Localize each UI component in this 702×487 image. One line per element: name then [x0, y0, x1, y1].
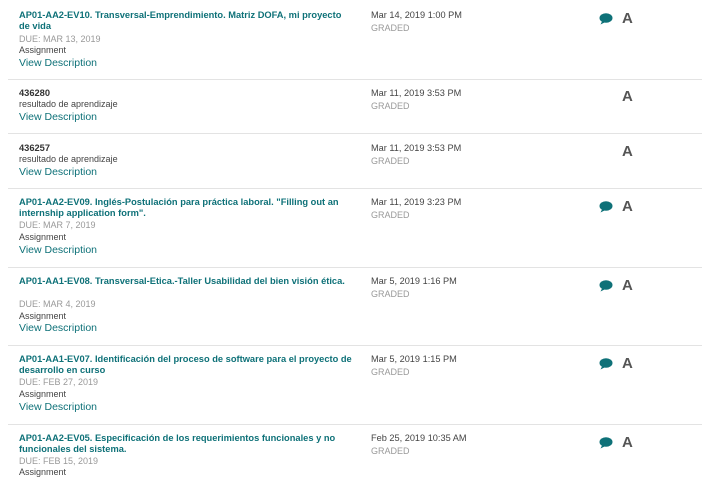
- assignment-title-link[interactable]: AP01-AA2-EV09. Inglés-Postulación para p…: [19, 197, 354, 219]
- grade-value: A: [622, 355, 633, 372]
- status-label: GRADED: [371, 210, 410, 220]
- item-type: Assignment: [19, 389, 67, 399]
- grade-value: A: [622, 10, 633, 27]
- graded-date: Mar 5, 2019 1:16 PM: [371, 276, 457, 286]
- grade-value: A: [622, 143, 633, 160]
- comment-icon[interactable]: [599, 358, 613, 370]
- comment-icon[interactable]: [599, 437, 613, 449]
- item-title: 436280: [19, 88, 51, 98]
- item-type: Assignment: [19, 45, 67, 55]
- row-divider: [8, 345, 702, 346]
- comment-icon[interactable]: [599, 13, 613, 25]
- row-divider: [8, 133, 702, 134]
- view-description-link[interactable]: View Description: [19, 111, 97, 123]
- grade-value: A: [622, 277, 633, 294]
- status-label: GRADED: [371, 156, 410, 166]
- row-divider: [8, 188, 702, 189]
- status-label: GRADED: [371, 101, 410, 111]
- status-label: GRADED: [371, 23, 410, 33]
- item-type: Assignment: [19, 467, 67, 477]
- grade-value: A: [622, 88, 633, 105]
- status-label: GRADED: [371, 367, 410, 377]
- graded-date: Mar 11, 2019 3:23 PM: [371, 197, 462, 207]
- assignment-title-link[interactable]: AP01-AA2-EV05. Especificación de los req…: [19, 433, 354, 455]
- due-date: DUE: MAR 13, 2019: [19, 34, 101, 44]
- graded-date: Mar 11, 2019 3:53 PM: [371, 143, 462, 153]
- item-type: Assignment: [19, 232, 67, 242]
- item-type: resultado de aprendizaje: [19, 154, 118, 164]
- due-date: DUE: MAR 7, 2019: [19, 220, 96, 230]
- graded-date: Feb 25, 2019 10:35 AM: [371, 433, 467, 443]
- item-title: 436257: [19, 143, 51, 153]
- comment-icon[interactable]: [599, 280, 613, 292]
- status-label: GRADED: [371, 446, 410, 456]
- view-description-link[interactable]: View Description: [19, 401, 97, 413]
- grade-value: A: [622, 198, 633, 215]
- grade-value: A: [622, 434, 633, 451]
- item-type: Assignment: [19, 311, 67, 321]
- graded-date: Mar 5, 2019 1:15 PM: [371, 354, 457, 364]
- status-label: GRADED: [371, 289, 410, 299]
- view-description-link[interactable]: View Description: [19, 57, 97, 69]
- due-date: DUE: MAR 4, 2019: [19, 299, 96, 309]
- assignment-title-link[interactable]: AP01-AA1-EV07. Identificación del proces…: [19, 354, 354, 376]
- due-date: DUE: FEB 15, 2019: [19, 456, 99, 466]
- due-date: DUE: FEB 27, 2019: [19, 377, 99, 387]
- assignment-title-link[interactable]: AP01-AA1-EV08. Transversal-Etica.-Taller…: [19, 276, 354, 287]
- assignment-title-link[interactable]: AP01-AA2-EV10. Transversal-Emprendimient…: [19, 10, 354, 32]
- item-type: resultado de aprendizaje: [19, 99, 118, 109]
- graded-date: Mar 14, 2019 1:00 PM: [371, 10, 462, 20]
- row-divider: [8, 267, 702, 268]
- view-description-link[interactable]: View Description: [19, 322, 97, 334]
- row-divider: [8, 79, 702, 80]
- comment-icon[interactable]: [599, 201, 613, 213]
- view-description-link[interactable]: View Description: [19, 244, 97, 256]
- row-divider: [8, 424, 702, 425]
- graded-date: Mar 11, 2019 3:53 PM: [371, 88, 462, 98]
- view-description-link[interactable]: View Description: [19, 166, 97, 178]
